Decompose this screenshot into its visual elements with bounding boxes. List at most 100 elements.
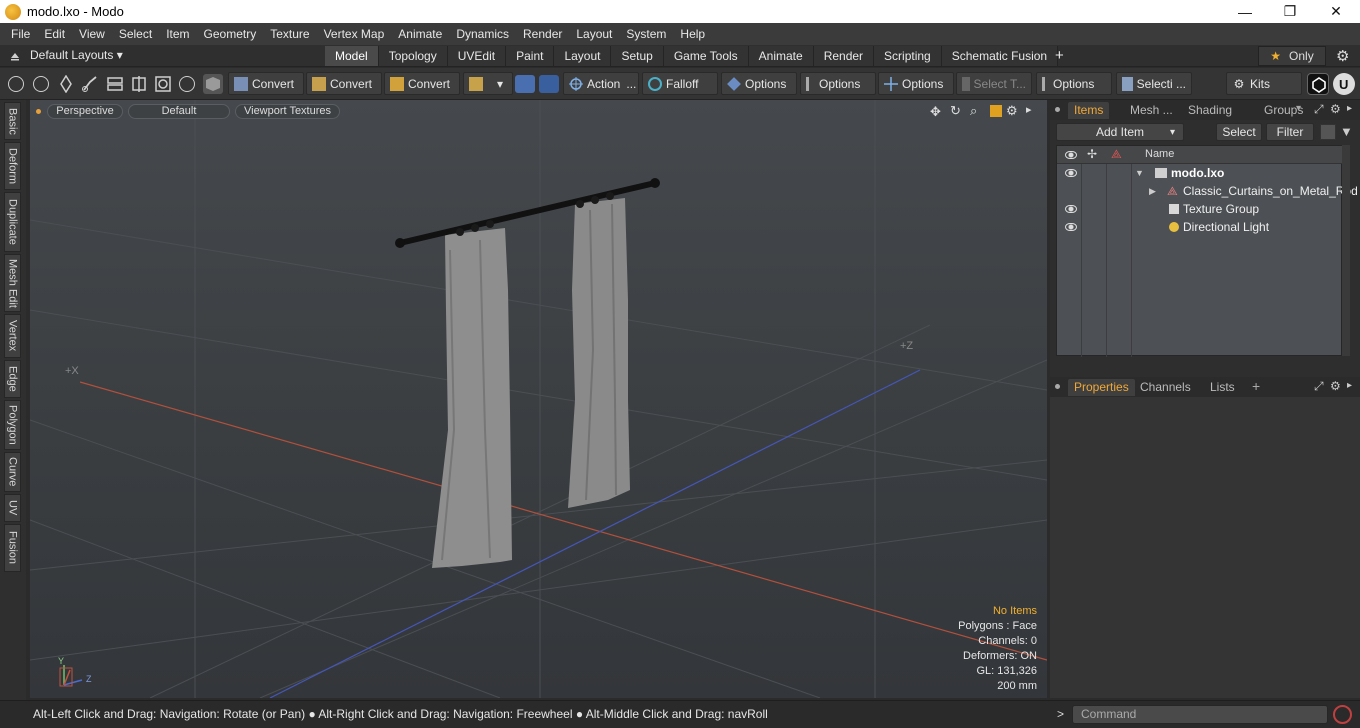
symmetry-icon[interactable] — [130, 75, 148, 96]
tab-properties[interactable]: Properties — [1068, 379, 1135, 396]
zoom-icon[interactable]: ⌕ — [970, 103, 977, 119]
tree-row-scene[interactable]: ▼ modo.lxo — [1057, 164, 1343, 182]
tab-scripting[interactable]: Scripting — [874, 46, 942, 66]
minimize-button[interactable]: — — [1222, 0, 1268, 23]
select-through-button[interactable]: Select T... — [956, 72, 1032, 95]
selection-sets-button[interactable]: Selecti ... — [1116, 72, 1192, 95]
select-vertices-icon[interactable] — [8, 76, 24, 92]
panel-menu-icon[interactable]: ▸ — [1347, 103, 1352, 114]
eye-icon[interactable] — [1065, 205, 1077, 213]
tab-uvedit[interactable]: UVEdit — [447, 46, 507, 66]
close-button[interactable]: ✕ — [1313, 0, 1359, 23]
gear-icon[interactable]: ⚙ — [1336, 47, 1349, 65]
tab-animate[interactable]: Animate — [748, 46, 814, 66]
tree-row-directional-light[interactable]: Directional Light — [1057, 218, 1343, 236]
expand-icon[interactable]: ▼ — [1135, 164, 1144, 182]
tab-paint[interactable]: Paint — [506, 46, 555, 66]
tab-setup[interactable]: Setup — [611, 46, 664, 66]
add-tab-button[interactable]: + — [1055, 47, 1064, 64]
tree-row-texture-group[interactable]: Texture Group — [1057, 200, 1343, 218]
eye-icon[interactable] — [1065, 223, 1077, 231]
viewport-gear-icon[interactable]: ⚙ — [1006, 103, 1018, 119]
menu-system[interactable]: System — [619, 27, 673, 41]
select-button[interactable]: Select — [1216, 123, 1262, 141]
command-input[interactable]: Command — [1072, 705, 1328, 724]
tab-basic[interactable]: Basic — [4, 102, 21, 140]
menu-dynamics[interactable]: Dynamics — [449, 27, 516, 41]
rotate-icon[interactable]: ↻ — [950, 103, 961, 119]
menu-layout[interactable]: Layout — [569, 27, 619, 41]
tab-model[interactable]: Model — [325, 46, 379, 66]
visibility-column-icon[interactable] — [1065, 151, 1077, 159]
right-curtain[interactable] — [568, 198, 630, 508]
expand-icon[interactable]: ▶ — [1149, 182, 1156, 200]
menu-geometry[interactable]: Geometry — [197, 27, 264, 41]
tab-render[interactable]: Render — [813, 46, 875, 66]
tab-game-tools[interactable]: Game Tools — [663, 46, 749, 66]
tab-curve[interactable]: Curve — [4, 452, 21, 492]
unity-icon[interactable] — [1307, 73, 1329, 95]
tab-lists[interactable]: Lists — [1204, 379, 1241, 396]
shaded-cube-icon[interactable] — [203, 74, 223, 94]
align-icon[interactable] — [106, 75, 124, 96]
panel-chevron-icon[interactable]: ▾ — [1296, 103, 1301, 114]
panel-dot-icon[interactable] — [1055, 384, 1060, 389]
tab-fusion[interactable]: Fusion — [4, 524, 21, 572]
maximize-button[interactable]: ❐ — [1267, 0, 1313, 23]
tab-items[interactable]: Items — [1068, 102, 1110, 119]
lock-column-icon[interactable]: ✢ — [1087, 147, 1097, 161]
unreal-icon[interactable]: U — [1333, 73, 1355, 95]
kits-button[interactable]: ⚙ Kits — [1226, 72, 1302, 95]
default-layouts-dropdown[interactable]: Default Layouts ▾ — [30, 48, 123, 62]
globe-icon[interactable] — [33, 76, 49, 92]
type-column-icon[interactable]: ⟁ — [1111, 147, 1122, 162]
3d-viewport[interactable]: Y Z +X +Z Perspective Default Viewport T… — [30, 100, 1047, 698]
options-button-1[interactable]: Options — [721, 72, 797, 95]
panel-gear-icon[interactable]: ⚙ — [1330, 379, 1341, 393]
mesh-mode-dropdown[interactable]: ▾ — [463, 72, 513, 95]
tab-channels[interactable]: Channels — [1134, 379, 1197, 396]
convert-button-2[interactable]: Convert — [306, 72, 382, 95]
menu-help[interactable]: Help — [673, 27, 712, 41]
filter-button[interactable]: Filter — [1266, 123, 1314, 141]
add-item-dropdown[interactable]: Add Item ▾ — [1056, 123, 1184, 141]
menu-item[interactable]: Item — [159, 27, 196, 41]
tab-edge[interactable]: Edge — [4, 360, 21, 398]
menu-file[interactable]: File — [4, 27, 37, 41]
panel-gear-icon[interactable]: ⚙ — [1330, 102, 1341, 116]
layout-collapse-icon[interactable] — [9, 49, 21, 61]
textures-dropdown[interactable]: Viewport Textures — [235, 104, 340, 119]
shield-icon[interactable] — [515, 75, 535, 93]
item-list[interactable]: ✢ ⟁ Name ▼ modo.lxo ▶ ⟁ Classic_Curtains… — [1056, 145, 1358, 357]
tree-row-mesh[interactable]: ▶ ⟁ Classic_Curtains_on_Metal_Rod — [1057, 182, 1358, 200]
snapping-icon[interactable] — [179, 76, 195, 92]
options-button-2[interactable]: Options — [800, 72, 876, 95]
tab-topology[interactable]: Topology — [378, 46, 448, 66]
perspective-dropdown[interactable]: Perspective — [47, 104, 123, 119]
tab-duplicate[interactable]: Duplicate — [4, 192, 21, 252]
viewport-dot-icon[interactable] — [36, 109, 41, 114]
left-curtain[interactable] — [432, 228, 512, 568]
add-panel-tab-button[interactable]: + — [1252, 378, 1260, 394]
options-button-4[interactable]: Options — [1036, 72, 1112, 95]
action-center-button[interactable]: Action... — [563, 72, 639, 95]
menu-render[interactable]: Render — [516, 27, 569, 41]
fit-icon[interactable] — [990, 105, 1002, 117]
record-icon[interactable] — [1333, 705, 1352, 724]
tab-schematic-fusion[interactable]: Schematic Fusion — [941, 46, 1059, 66]
menu-vertex-map[interactable]: Vertex Map — [317, 27, 392, 41]
funnel-icon[interactable]: ▼ — [1340, 124, 1353, 139]
item-list-scrollbar[interactable] — [1342, 145, 1350, 356]
pen-tool-icon[interactable] — [58, 74, 74, 96]
falloff-button[interactable]: Falloff — [642, 72, 718, 95]
menu-edit[interactable]: Edit — [37, 27, 72, 41]
tab-mesh-edit[interactable]: Mesh Edit — [4, 254, 21, 312]
tab-groups[interactable]: Groups — [1258, 102, 1309, 119]
tab-deform[interactable]: Deform — [4, 142, 21, 190]
tab-shading[interactable]: Shading — [1182, 102, 1238, 119]
panel-dot-icon[interactable] — [1055, 107, 1060, 112]
convert-button-3[interactable]: Convert — [384, 72, 460, 95]
tab-uv[interactable]: UV — [4, 494, 21, 522]
menu-texture[interactable]: Texture — [263, 27, 316, 41]
viewport-menu-icon[interactable]: ▸ — [1026, 103, 1032, 116]
